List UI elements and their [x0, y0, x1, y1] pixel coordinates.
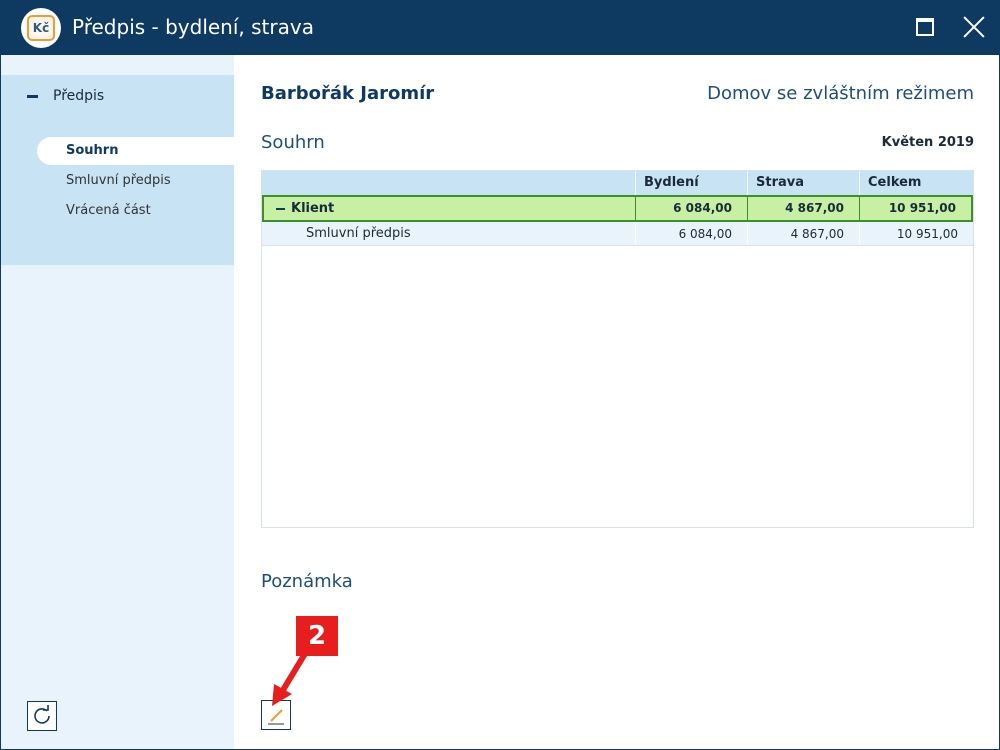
section-title-note: Poznámka [261, 571, 353, 592]
column-header-strava[interactable]: Strava [747, 171, 859, 195]
sidebar-nav: Předpis Souhrn Smluvní předpis Vrácená č… [1, 75, 234, 265]
table-cell: 4 867,00 [747, 197, 859, 220]
table-group-row-klient[interactable]: Klient 6 084,00 4 867,00 10 951,00 [262, 195, 973, 222]
window-title: Předpis - bydlení, strava [72, 15, 314, 39]
row-label: Smluvní předpis [306, 226, 411, 241]
sidebar-item-souhrn[interactable]: Souhrn [37, 137, 234, 165]
close-button[interactable] [961, 14, 987, 40]
collapse-icon[interactable] [27, 95, 38, 98]
facility-name: Domov se zvláštním režimem [707, 83, 974, 104]
summary-table: Bydlení Strava Celkem Klient 6 084,00 4 … [261, 170, 974, 528]
column-header-bydleni[interactable]: Bydlení [635, 171, 747, 195]
table-row[interactable]: Smluvní předpis 6 084,00 4 867,00 10 951… [262, 222, 973, 246]
table-cell: 10 951,00 [859, 197, 971, 220]
sidebar-item-vracena-cast[interactable]: Vrácená část [37, 197, 234, 225]
group-row-label: Klient [291, 201, 335, 216]
sidebar-item-smluvni-predpis[interactable]: Smluvní předpis [37, 167, 234, 195]
collapse-icon[interactable] [276, 208, 285, 210]
client-name: Barbořák Jaromír [261, 83, 435, 104]
table-cell: 6 084,00 [635, 222, 747, 245]
period-label: Květen 2019 [881, 135, 974, 150]
title-bar: Kč Předpis - bydlení, strava [0, 0, 1000, 55]
app-logo-label: Kč [27, 15, 55, 41]
refresh-button[interactable] [27, 701, 57, 731]
maximize-button[interactable] [912, 14, 938, 40]
sidebar-group-predpis[interactable]: Předpis [1, 75, 234, 117]
table-cell: 6 084,00 [635, 197, 747, 220]
sidebar-group-label: Předpis [53, 88, 105, 104]
table-cell: 10 951,00 [859, 222, 973, 245]
table-header: Bydlení Strava Celkem [262, 171, 973, 195]
table-cell: 4 867,00 [747, 222, 859, 245]
app-logo-icon: Kč [21, 8, 61, 48]
callout-arrow-icon [272, 649, 309, 706]
sidebar: Předpis Souhrn Smluvní předpis Vrácená č… [1, 55, 234, 749]
main-content: Barbořák Jaromír Domov se zvláštním reži… [234, 55, 999, 749]
section-title-summary: Souhrn [261, 132, 325, 153]
refresh-icon [34, 705, 50, 724]
column-header-celkem[interactable]: Celkem [859, 171, 973, 195]
